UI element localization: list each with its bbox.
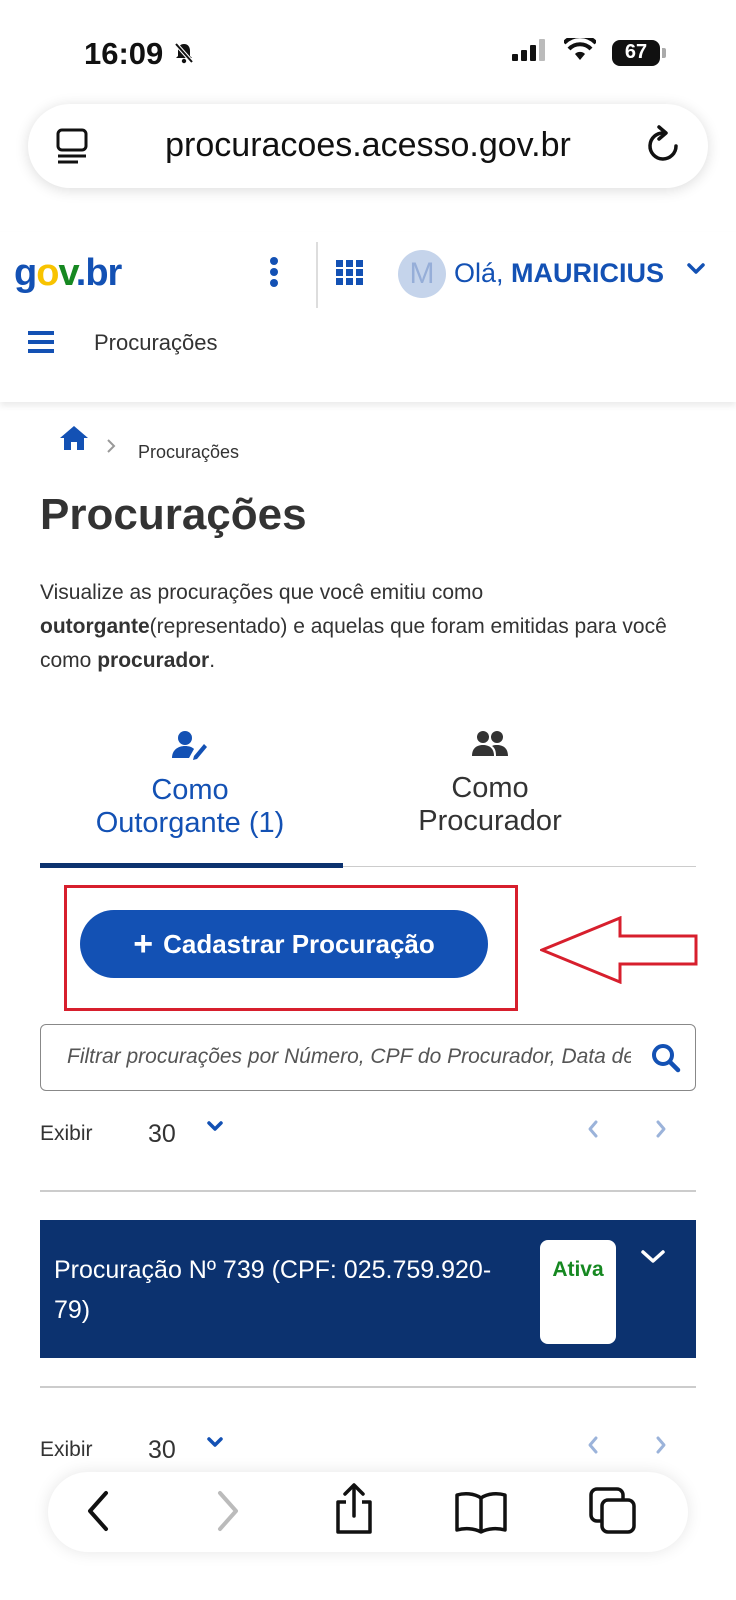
chevron-down-icon[interactable] — [206, 1436, 224, 1455]
url-text[interactable]: procuracoes.acesso.gov.br — [28, 126, 708, 165]
avatar[interactable]: M — [398, 250, 446, 298]
divider — [40, 1386, 696, 1388]
page-description: Visualize as procurações que você emitiu… — [40, 581, 667, 672]
apps-grid-icon[interactable] — [336, 260, 364, 291]
add-procuracao-button[interactable]: + Cadastrar Procuração — [80, 910, 488, 978]
breadcrumb-separator-icon — [106, 438, 116, 459]
header-divider — [316, 242, 318, 308]
tab-procurador[interactable]: Como Procurador — [340, 730, 640, 838]
card-title: Procuração Nº 739 (CPF: 025.759.920-79) — [54, 1256, 492, 1324]
pagination-top: Exibir 30 — [40, 1112, 696, 1156]
search-input[interactable] — [67, 1045, 631, 1069]
search-icon[interactable] — [651, 1043, 681, 1078]
status-time: 16:09 — [84, 36, 164, 71]
next-page-icon[interactable] — [654, 1118, 668, 1145]
page-size-select[interactable]: 30 — [148, 1120, 176, 1149]
page-title: Procurações — [40, 490, 307, 539]
page-size-label: Exibir — [40, 1438, 93, 1461]
bell-off-icon — [174, 42, 194, 69]
header-title: Procurações — [94, 330, 218, 355]
site-header: gov.br M Olá, MAURICIUS Procurações — [0, 232, 736, 402]
share-icon[interactable] — [332, 1482, 376, 1541]
chevron-down-icon[interactable] — [206, 1120, 224, 1139]
back-icon[interactable] — [84, 1488, 114, 1539]
page-size-select[interactable]: 30 — [148, 1436, 176, 1465]
prev-page-icon[interactable] — [586, 1434, 600, 1461]
reload-icon[interactable] — [646, 124, 682, 169]
page-size-label: Exibir — [40, 1122, 93, 1145]
page: 16:09 67 procuracoes.acesso.gov.br gov.b… — [0, 0, 736, 1600]
breadcrumb-current: Procurações — [138, 442, 240, 462]
pagination-bottom: Exibir 30 — [40, 1428, 696, 1472]
next-page-icon[interactable] — [654, 1434, 668, 1461]
browser-toolbar — [48, 1472, 688, 1552]
wifi-icon — [562, 34, 598, 67]
tabs-icon[interactable] — [588, 1486, 638, 1541]
home-icon[interactable] — [58, 424, 90, 457]
divider — [40, 1190, 696, 1192]
users-icon — [340, 730, 640, 766]
status-icons: 67 — [512, 34, 666, 67]
hamburger-menu-icon[interactable] — [28, 330, 54, 359]
user-edit-icon — [40, 730, 340, 768]
cell-signal-icon — [512, 39, 548, 66]
chevron-down-icon[interactable] — [686, 262, 706, 281]
search-box[interactable] — [40, 1024, 696, 1091]
status-badge: Ativa — [540, 1240, 616, 1344]
annotation-arrow-icon — [538, 915, 700, 989]
active-tab-indicator — [40, 863, 343, 868]
address-bar[interactable]: procuracoes.acesso.gov.br — [28, 104, 708, 188]
expand-chevron-icon[interactable] — [640, 1248, 666, 1271]
prev-page-icon[interactable] — [586, 1118, 600, 1145]
bookmarks-icon[interactable] — [454, 1490, 508, 1539]
user-greeting[interactable]: Olá, MAURICIUS — [454, 258, 664, 289]
more-options-icon[interactable] — [268, 256, 280, 293]
forward-icon[interactable] — [212, 1488, 242, 1539]
govbr-logo[interactable]: gov.br — [14, 252, 122, 295]
plus-icon: + — [133, 925, 154, 963]
tab-outorgante[interactable]: Como Outorgante (1) — [40, 730, 340, 840]
battery-icon: 67 — [612, 39, 666, 66]
procuracao-card[interactable]: Procuração Nº 739 (CPF: 025.759.920-79) … — [40, 1220, 696, 1358]
